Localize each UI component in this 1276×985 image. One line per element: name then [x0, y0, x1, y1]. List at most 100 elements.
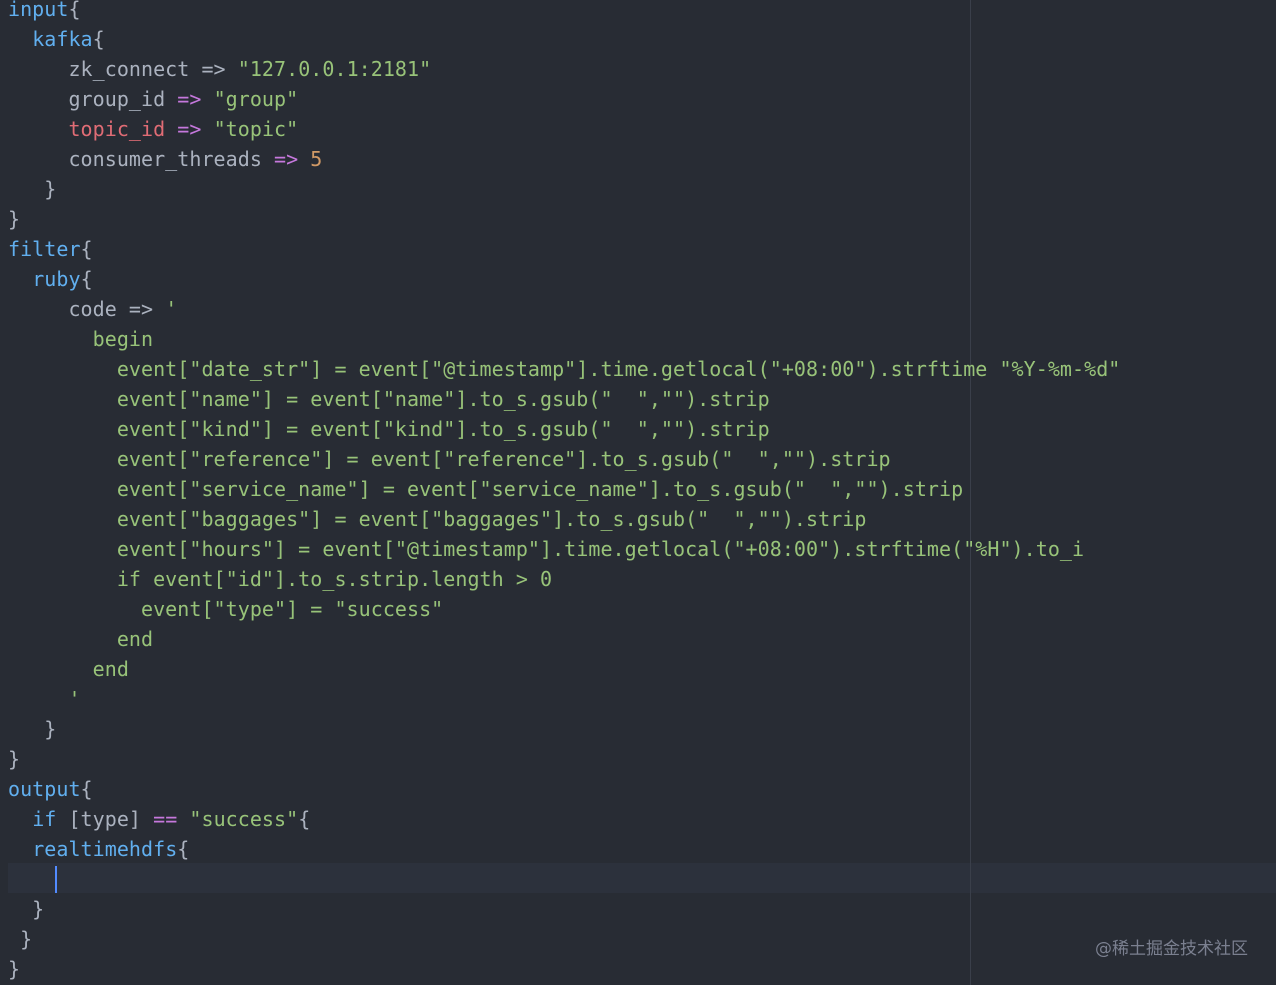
- code-line[interactable]: }: [8, 714, 56, 744]
- code-token: "topic": [213, 117, 299, 141]
- code-line[interactable]: }: [8, 744, 20, 774]
- code-line[interactable]: realtimehdfs{: [8, 834, 189, 864]
- code-token: filter: [8, 237, 81, 261]
- code-line[interactable]: event["reference"] = event["reference"].…: [8, 444, 891, 474]
- code-token: realtimehdfs: [32, 837, 178, 861]
- code-token: }: [8, 747, 21, 771]
- code-token: [type]: [56, 807, 154, 831]
- code-token: {: [80, 237, 93, 261]
- code-line[interactable]: if [type] == "success"{: [8, 804, 310, 834]
- code-line[interactable]: }: [8, 204, 20, 234]
- code-token: =>: [177, 117, 202, 141]
- code-line[interactable]: end: [8, 654, 129, 684]
- code-token: event["hours"] = event["@timestamp"].tim…: [8, 537, 1085, 561]
- code-token: {: [298, 807, 311, 831]
- code-token: ruby: [32, 267, 81, 291]
- code-token: }: [8, 957, 21, 981]
- code-token: ': [8, 687, 81, 711]
- code-token: ': [165, 297, 178, 321]
- code-token: input: [8, 0, 69, 21]
- code-token: {: [80, 777, 93, 801]
- code-line[interactable]: event["kind"] = event["kind"].to_s.gsub(…: [8, 414, 770, 444]
- code-token: event["reference"] = event["reference"].…: [8, 447, 891, 471]
- code-token: kafka: [32, 27, 93, 51]
- code-token: }: [8, 897, 45, 921]
- code-line[interactable]: zk_connect => "127.0.0.1:2181": [8, 54, 431, 84]
- code-token: "success": [189, 807, 299, 831]
- code-token: end: [8, 657, 129, 681]
- code-token: =>: [274, 147, 299, 171]
- code-editor[interactable]: input{ kafka{ zk_connect => "127.0.0.1:2…: [0, 0, 1276, 985]
- code-line[interactable]: event["service_name"] = event["service_n…: [8, 474, 963, 504]
- code-token: if event["id"].to_s.strip.length > 0: [8, 567, 553, 591]
- code-line[interactable]: kafka{: [8, 24, 105, 54]
- code-token: }: [8, 717, 57, 741]
- code-line[interactable]: filter{: [8, 234, 93, 264]
- code-token: }: [8, 927, 33, 951]
- code-line[interactable]: }: [8, 174, 56, 204]
- code-line[interactable]: }: [8, 954, 20, 984]
- code-token: event["service_name"] = event["service_n…: [8, 477, 964, 501]
- active-line-highlight: [8, 863, 1276, 893]
- text-cursor: [55, 866, 57, 893]
- code-line[interactable]: if event["id"].to_s.strip.length > 0: [8, 564, 552, 594]
- code-token: event["kind"] = event["kind"].to_s.gsub(…: [8, 417, 770, 441]
- code-token: =>: [177, 87, 202, 111]
- code-token: event["date_str"] = event["@timestamp"].…: [8, 357, 1121, 381]
- code-line[interactable]: begin: [8, 324, 153, 354]
- code-line[interactable]: topic_id => "topic": [8, 114, 298, 144]
- code-token: =>: [201, 57, 226, 81]
- code-token: {: [177, 837, 190, 861]
- code-line[interactable]: event["date_str"] = event["@timestamp"].…: [8, 354, 1121, 384]
- code-token: zk_connect: [8, 57, 202, 81]
- code-token: consumer_threads: [8, 147, 275, 171]
- code-token: "127.0.0.1:2181": [237, 57, 432, 81]
- code-token: group_id: [8, 87, 178, 111]
- code-token: event["type"] = "success": [8, 597, 444, 621]
- code-line[interactable]: }: [8, 924, 32, 954]
- code-line[interactable]: group_id => "group": [8, 84, 298, 114]
- code-token: event["name"] = event["name"].to_s.gsub(…: [8, 387, 770, 411]
- code-token: ==: [153, 807, 178, 831]
- code-token: {: [68, 0, 81, 21]
- code-token: event["baggages"] = event["baggages"].to…: [8, 507, 867, 531]
- code-token: output: [8, 777, 81, 801]
- code-line[interactable]: input{: [8, 0, 81, 24]
- code-line[interactable]: }: [8, 894, 44, 924]
- code-line[interactable]: event["type"] = "success": [8, 594, 443, 624]
- code-token: begin: [8, 327, 154, 351]
- code-token: =>: [128, 297, 154, 321]
- code-line[interactable]: ': [8, 684, 81, 714]
- code-line[interactable]: consumer_threads => 5: [8, 144, 322, 174]
- code-token: 5: [310, 147, 323, 171]
- code-token: end: [8, 627, 154, 651]
- code-line[interactable]: output{: [8, 774, 93, 804]
- code-token: {: [92, 27, 105, 51]
- column-ruler: [970, 0, 971, 985]
- code-line[interactable]: ruby{: [8, 264, 93, 294]
- code-token: {: [80, 267, 93, 291]
- watermark: @稀土掘金技术社区: [1095, 939, 1248, 959]
- code-token: if: [32, 807, 57, 831]
- code-token: code: [8, 297, 129, 321]
- code-line[interactable]: event["hours"] = event["@timestamp"].tim…: [8, 534, 1084, 564]
- code-line[interactable]: end: [8, 624, 153, 654]
- code-line[interactable]: code => ': [8, 294, 177, 324]
- code-line[interactable]: event["name"] = event["name"].to_s.gsub(…: [8, 384, 770, 414]
- code-token: "group": [213, 87, 299, 111]
- code-token: topic_id: [68, 117, 166, 141]
- code-line[interactable]: event["baggages"] = event["baggages"].to…: [8, 504, 867, 534]
- code-token: }: [8, 207, 21, 231]
- code-token: }: [8, 177, 57, 201]
